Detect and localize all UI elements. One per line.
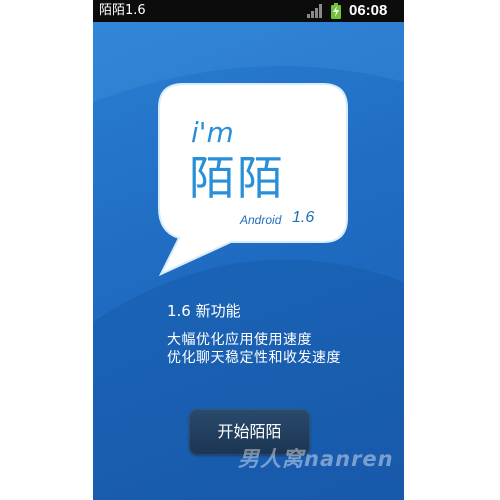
status-time: 06:08: [349, 2, 388, 19]
status-bar: 陌陌1.6 06:08: [93, 0, 404, 22]
feature-line: 优化聊天稳定性和收发速度: [167, 350, 341, 366]
watermark: 男人窝nanren: [238, 447, 394, 471]
logo-version: 1.6: [292, 209, 315, 226]
splash-screen: i'm 陌陌 Android 1.6 1.6 新功能 大幅优化应用使用速度 优化…: [93, 22, 404, 500]
phone-screen: 陌陌1.6 06:08 i'm 陌陌 Android 1.6 1.6 新功能 大…: [93, 0, 404, 500]
signal-icon: [307, 4, 322, 18]
screenshot-frame: 陌陌1.6 06:08 i'm 陌陌 Android 1.6 1.6 新功能 大…: [0, 0, 500, 500]
logo-greeting: i'm: [191, 116, 234, 149]
battery-charging-icon: [331, 3, 341, 19]
logo-platform-label: Android: [240, 213, 282, 227]
features-title: 1.6 新功能: [167, 302, 241, 320]
status-app-title: 陌陌1.6: [99, 3, 146, 18]
feature-line: 大幅优化应用使用速度: [167, 332, 312, 348]
logo-brand-name: 陌陌: [189, 151, 285, 205]
